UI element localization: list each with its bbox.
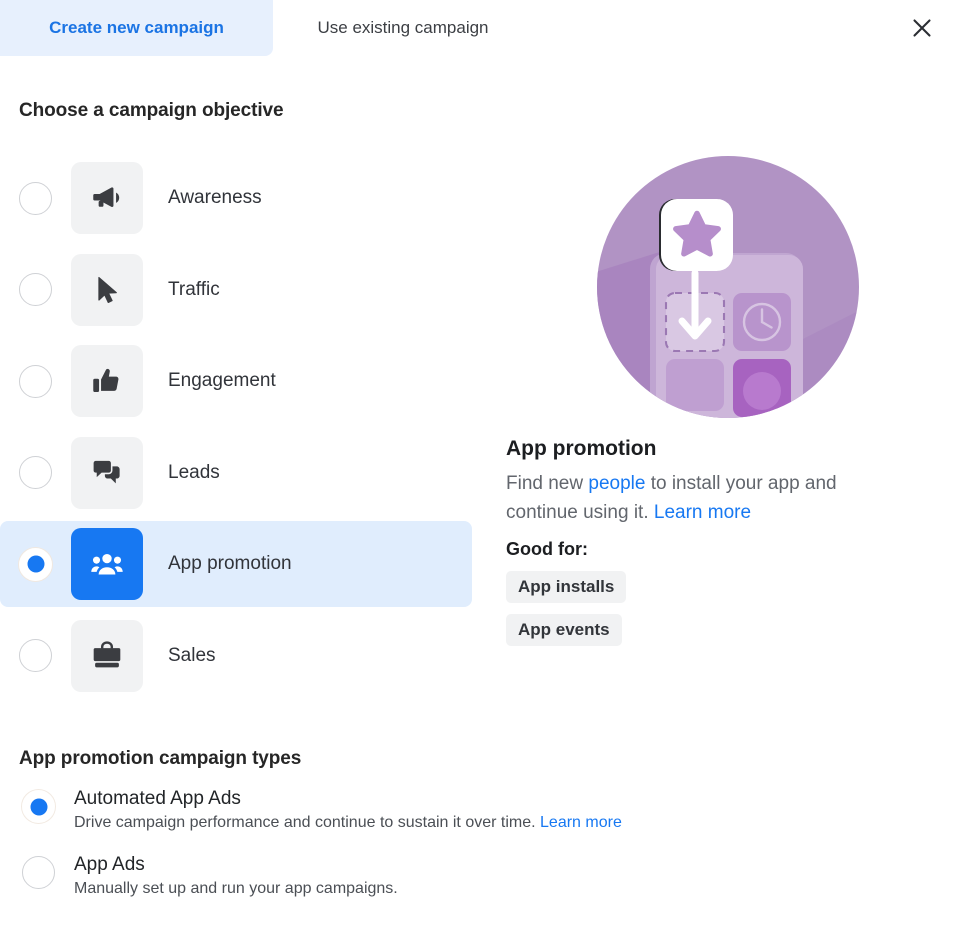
campaign-type-title-automated-app-ads: Automated App Ads bbox=[74, 788, 241, 809]
objective-label-engagement: Engagement bbox=[168, 370, 276, 391]
chip-row-app-installs: App installs bbox=[506, 560, 926, 603]
objective-label-sales: Sales bbox=[168, 644, 216, 666]
campaign-type-subtitle-text-1: Manually set up and run your app campaig… bbox=[74, 880, 398, 897]
close-icon bbox=[910, 16, 934, 40]
campaign-type-title-app-ads: App Ads bbox=[74, 854, 145, 875]
chip-app-events: App events bbox=[506, 614, 622, 646]
radio-traffic[interactable] bbox=[19, 273, 52, 306]
info-desc-part1: Find new bbox=[506, 473, 589, 494]
chip-app-installs: App installs bbox=[506, 571, 627, 603]
megaphone-icon bbox=[71, 162, 143, 234]
tab-use-existing-campaign[interactable]: Use existing campaign bbox=[273, 0, 533, 56]
tab-use-existing-campaign-label: Use existing campaign bbox=[317, 18, 489, 37]
radio-app-ads[interactable] bbox=[22, 856, 55, 889]
campaign-type-subtitle-automated-app-ads: Drive campaign performance and continue … bbox=[74, 814, 622, 832]
objective-row-sales[interactable]: Sales bbox=[0, 613, 480, 699]
info-panel-title: App promotion bbox=[506, 437, 657, 460]
objective-label-leads: Leads bbox=[168, 461, 220, 483]
objective-row-awareness[interactable]: Awareness bbox=[0, 155, 480, 241]
cursor-icon bbox=[71, 253, 143, 326]
campaign-types-heading: App promotion campaign types bbox=[19, 748, 302, 769]
campaign-type-text-app-ads: App Ads Manually set up and run your app… bbox=[74, 854, 398, 898]
tab-create-new-campaign-label: Create new campaign bbox=[49, 18, 224, 37]
objective-label-app-promotion: App promotion bbox=[168, 553, 292, 574]
shopping-bag-icon bbox=[71, 619, 143, 692]
learn-more-link[interactable]: Learn more bbox=[654, 502, 751, 523]
objective-row-engagement[interactable]: Engagement bbox=[0, 338, 480, 424]
tab-bar: Create new campaign Use existing campaig… bbox=[0, 0, 960, 56]
radio-engagement[interactable] bbox=[19, 364, 52, 398]
info-panel-description: Find new people to install your app and … bbox=[506, 469, 906, 527]
radio-leads[interactable] bbox=[19, 456, 52, 489]
radio-awareness[interactable] bbox=[19, 181, 52, 215]
objective-section-heading: Choose a campaign objective bbox=[19, 100, 284, 121]
campaign-types-list: Automated App Ads Drive campaign perform… bbox=[0, 788, 800, 920]
app-install-illustration bbox=[596, 155, 860, 419]
radio-sales[interactable] bbox=[19, 639, 52, 672]
objective-list: Awareness Traffic Engagement Leads App p… bbox=[0, 155, 480, 704]
thumbs-up-icon bbox=[71, 345, 143, 417]
close-button[interactable] bbox=[902, 8, 942, 48]
objective-info-panel: App promotion Find new people to install… bbox=[506, 155, 926, 646]
campaign-type-learn-more-link-0[interactable]: Learn more bbox=[540, 814, 622, 831]
tab-create-new-campaign[interactable]: Create new campaign bbox=[0, 0, 273, 56]
campaign-type-row-automated-app-ads[interactable]: Automated App Ads Drive campaign perform… bbox=[0, 788, 800, 832]
radio-automated-app-ads[interactable] bbox=[22, 790, 55, 823]
campaign-type-subtitle-text-0: Drive campaign performance and continue … bbox=[74, 814, 541, 831]
objective-row-leads[interactable]: Leads bbox=[0, 430, 480, 516]
objective-row-traffic[interactable]: Traffic bbox=[0, 247, 480, 333]
people-link[interactable]: people bbox=[588, 473, 645, 494]
objective-row-app-promotion[interactable]: App promotion bbox=[0, 521, 472, 607]
objective-label-traffic: Traffic bbox=[168, 278, 220, 300]
people-icon bbox=[71, 528, 143, 600]
objective-label-awareness: Awareness bbox=[168, 187, 262, 208]
campaign-objective-dialog: Create new campaign Use existing campaig… bbox=[0, 0, 960, 946]
campaign-type-row-app-ads[interactable]: App Ads Manually set up and run your app… bbox=[0, 854, 800, 898]
chip-row-app-events: App events bbox=[506, 603, 926, 646]
good-for-label: Good for: bbox=[506, 539, 588, 559]
campaign-type-subtitle-app-ads: Manually set up and run your app campaig… bbox=[74, 880, 398, 898]
radio-app-promotion[interactable] bbox=[19, 547, 52, 581]
chat-bubbles-icon bbox=[71, 436, 143, 509]
campaign-type-text-automated-app-ads: Automated App Ads Drive campaign perform… bbox=[74, 788, 622, 832]
